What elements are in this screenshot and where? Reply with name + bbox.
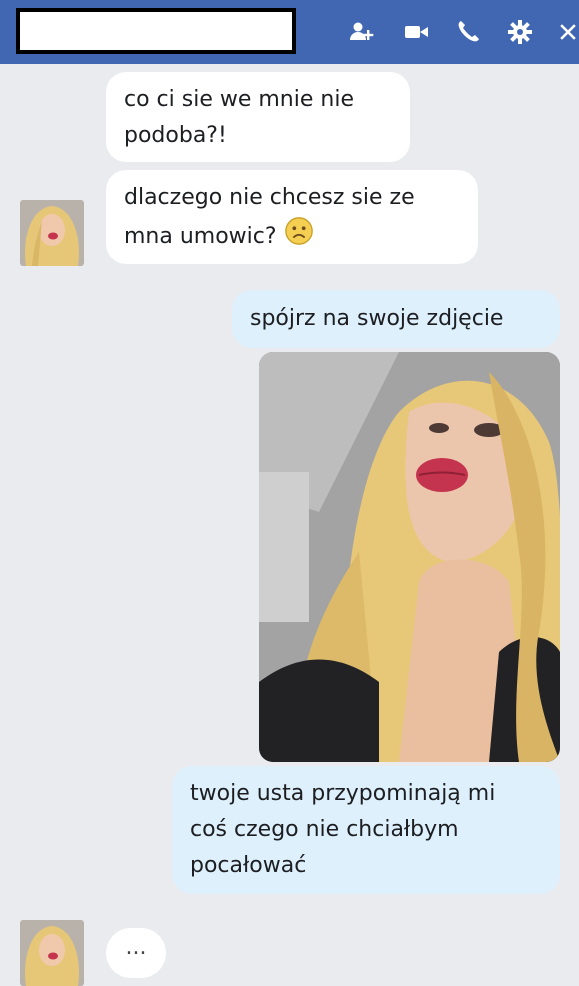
contact-name-redacted [16,8,296,54]
outgoing-message: twoje usta przypominają mi coś czego nie… [172,766,560,894]
chat-header [0,0,579,64]
avatar[interactable] [20,920,84,986]
message-line: pocałować [190,853,307,878]
incoming-message: co ci sie we mnie nie podoba?! [106,72,410,162]
phone-icon[interactable] [452,16,484,48]
avatar[interactable] [20,200,84,266]
add-people-icon[interactable] [346,16,378,48]
outgoing-message: spójrz na swoje zdjęcie [232,290,560,348]
message-line: co ci sie we mnie nie [124,87,354,112]
close-icon[interactable] [556,16,579,48]
message-line: coś czego nie chciałbym [190,817,459,842]
typing-indicator: ... [106,928,166,978]
message-line: mna umowic? [124,224,277,249]
incoming-message: dlaczego nie chcesz sie ze mna umowic? [106,170,478,264]
frown-emoji-icon [284,216,314,258]
video-call-icon[interactable] [400,16,432,48]
gear-icon[interactable] [504,16,536,48]
message-line: dlaczego nie chcesz sie ze [124,185,415,210]
selfie-photo[interactable] [259,352,560,762]
message-line: podoba?! [124,123,227,148]
message-line: spójrz na swoje zdjęcie [250,306,504,331]
message-line: twoje usta przypominają mi [190,781,496,806]
